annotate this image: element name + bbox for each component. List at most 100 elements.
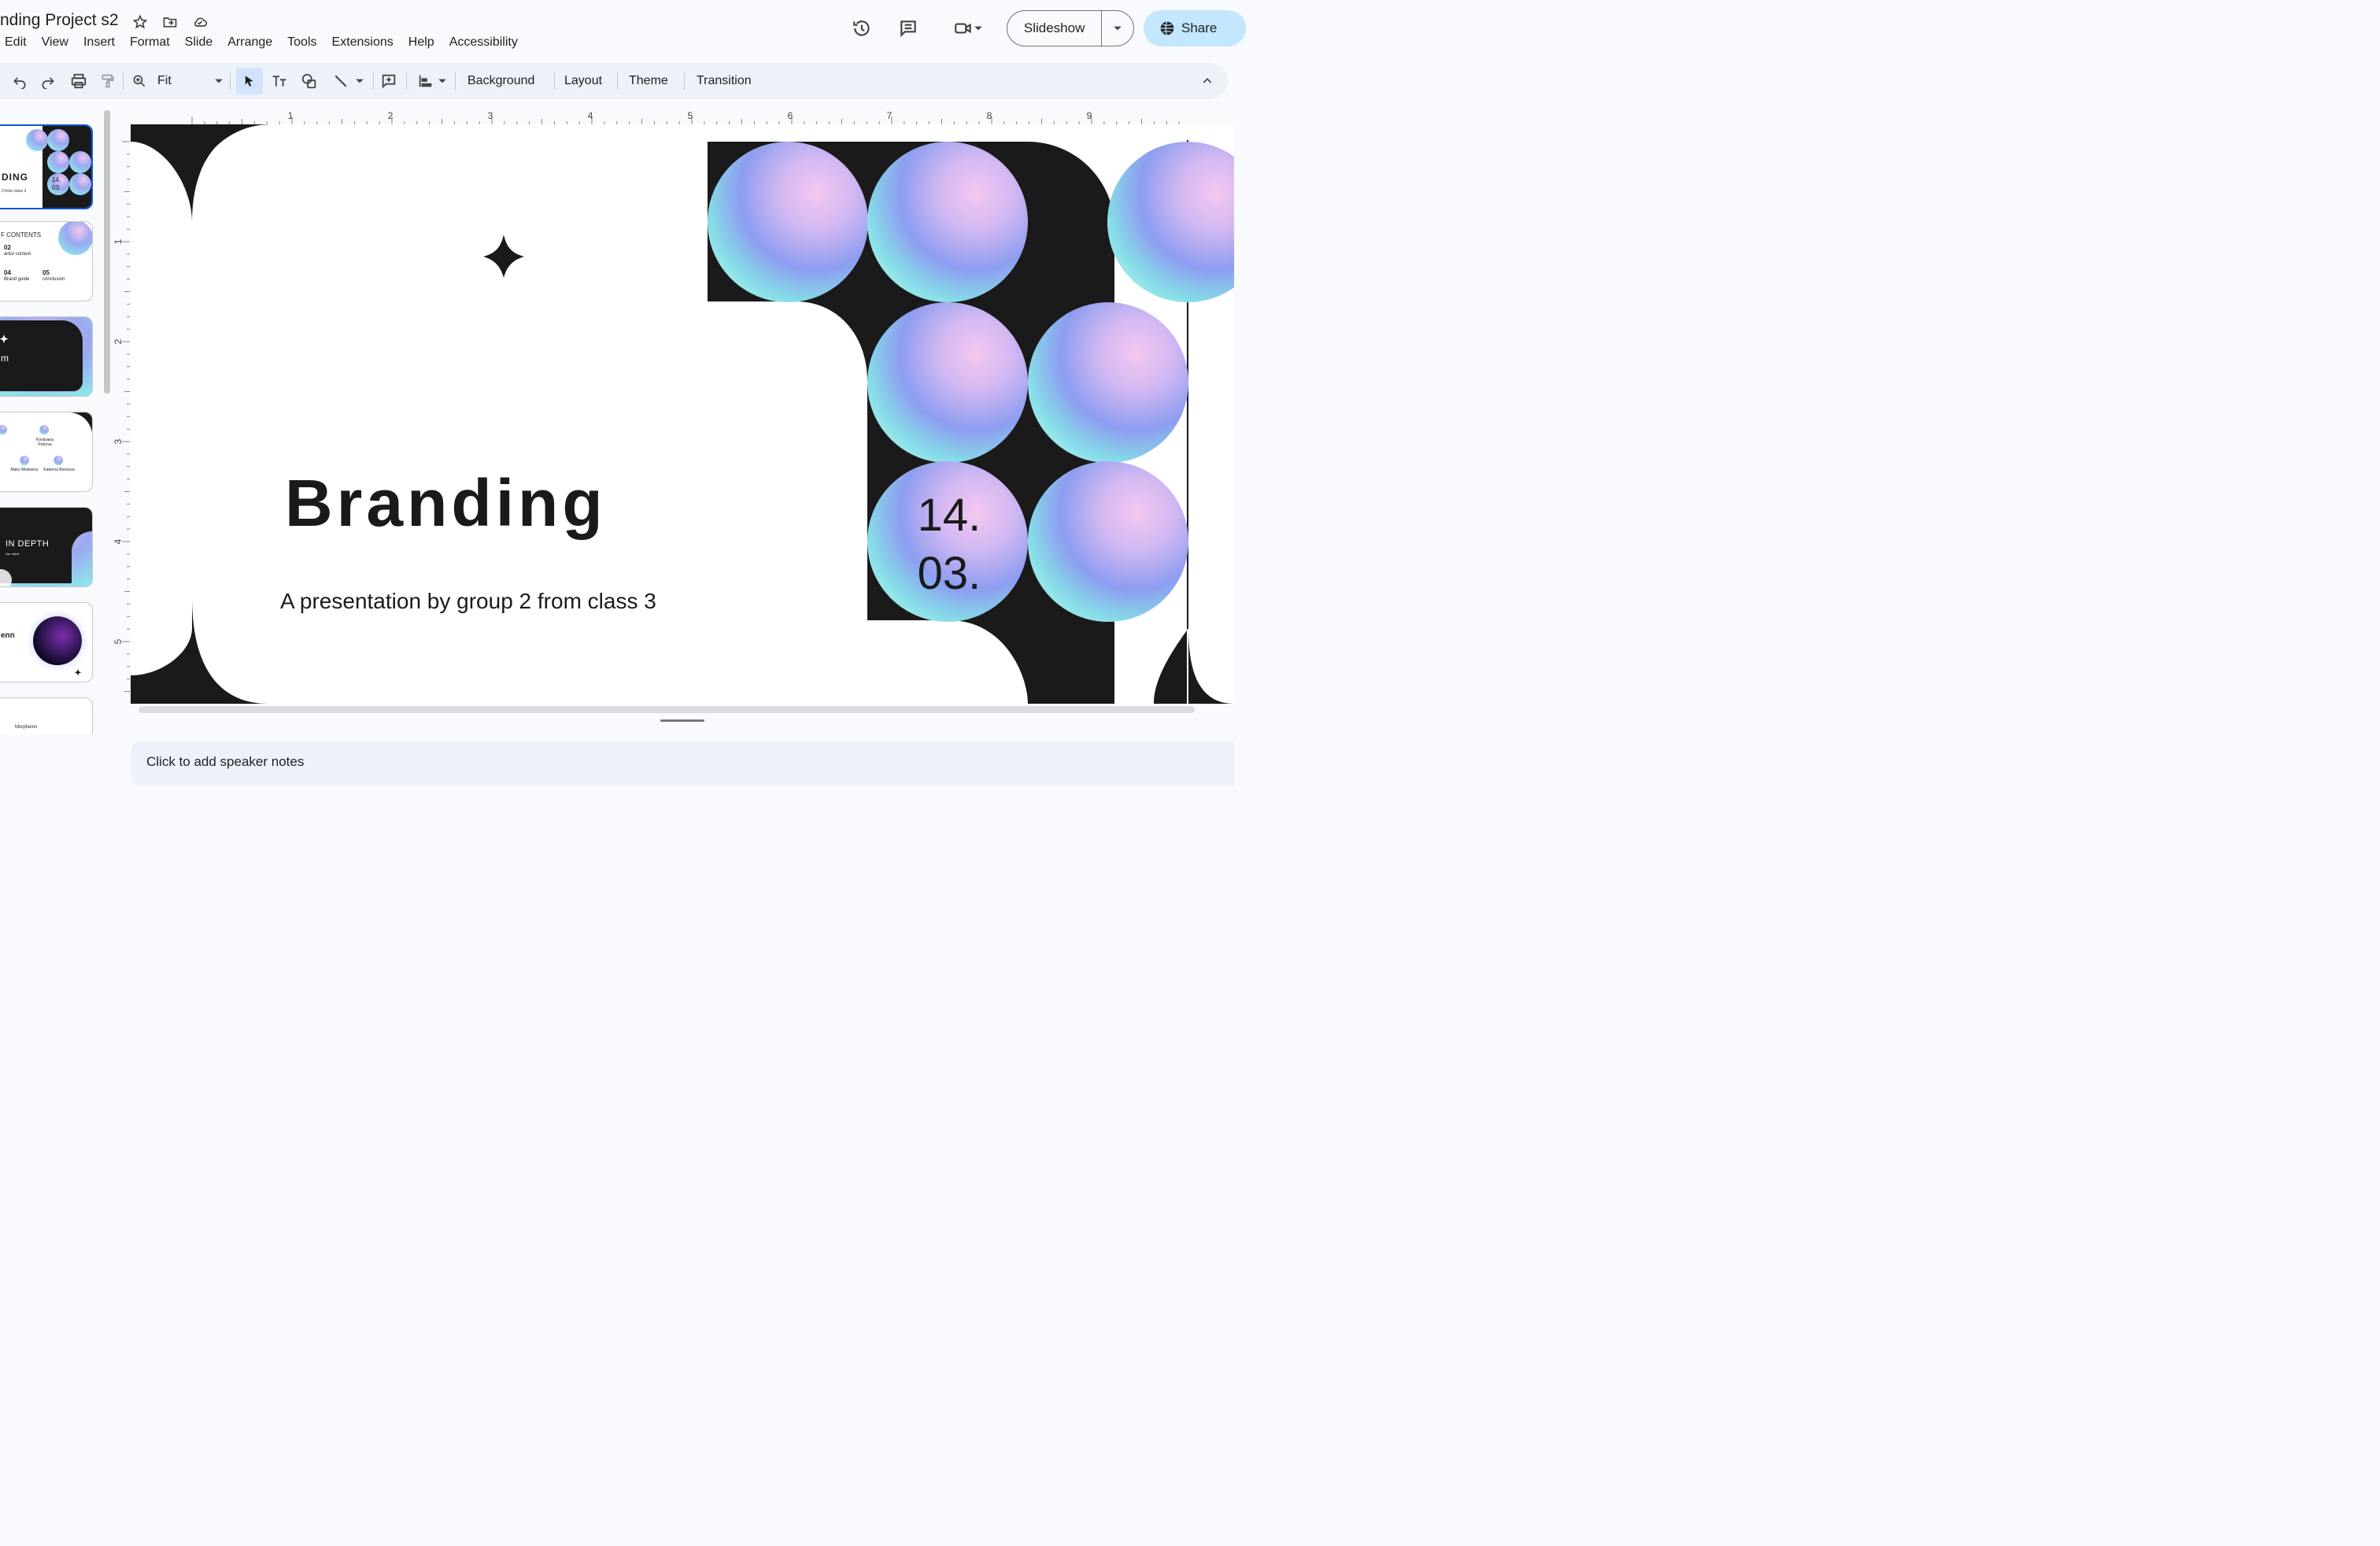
ruler-label: 2 bbox=[388, 110, 394, 121]
redo-icon[interactable] bbox=[38, 70, 58, 92]
menu-view[interactable]: View bbox=[42, 35, 68, 50]
zoom-value: Fit bbox=[157, 74, 172, 87]
top-bar: nding Project s2 Edit View Insert Format… bbox=[0, 0, 1246, 61]
thumbnail-name: Maks Mistewicz bbox=[10, 468, 39, 472]
sparkle-star-icon bbox=[483, 235, 524, 278]
gradient-orb bbox=[1028, 302, 1188, 463]
comments-icon[interactable] bbox=[893, 13, 924, 44]
notes-resize-handle[interactable] bbox=[660, 719, 704, 722]
menu-tools[interactable]: Tools bbox=[287, 35, 316, 50]
ruler-ticks bbox=[122, 141, 130, 692]
speaker-notes-placeholder: Click to add speaker notes bbox=[146, 754, 305, 769]
shape-icon[interactable] bbox=[299, 70, 320, 92]
corner-shape-bottom-left bbox=[131, 597, 268, 704]
gradient-orb bbox=[867, 302, 1028, 463]
share-button[interactable]: Share bbox=[1144, 10, 1246, 46]
menu-slide[interactable]: Slide bbox=[185, 35, 213, 50]
ruler-label: 8 bbox=[987, 110, 992, 121]
slide-canvas[interactable]: Branding A presentation by group 2 from … bbox=[131, 124, 1234, 704]
version-history-icon[interactable] bbox=[846, 13, 878, 44]
meet-video-icon[interactable] bbox=[944, 13, 992, 44]
ruler-label: 1 bbox=[288, 110, 294, 121]
menu-help[interactable]: Help bbox=[408, 35, 434, 50]
chevron-down-icon bbox=[438, 79, 446, 83]
chevron-down-icon bbox=[974, 26, 982, 31]
ruler-label: 9 bbox=[1087, 110, 1092, 121]
chevron-down-icon bbox=[215, 79, 223, 83]
menu-bar: Edit View Insert Format Slide Arrange To… bbox=[5, 35, 533, 50]
theme-button[interactable]: Theme bbox=[629, 70, 668, 92]
line-icon bbox=[334, 75, 347, 87]
corner-shape-top-right bbox=[1103, 124, 1234, 142]
slide-thumbnail-6[interactable]: enn bbox=[0, 602, 93, 682]
thumbnail-number: 04 bbox=[4, 269, 11, 276]
filmstrip-scrollbar[interactable] bbox=[104, 110, 110, 394]
align-icon bbox=[419, 75, 432, 87]
slide-filmstrip[interactable]: DING 2 from class 3 14. 03. F CONTENTS 0… bbox=[0, 110, 110, 734]
text-box-icon[interactable] bbox=[269, 70, 290, 92]
add-comment-icon[interactable] bbox=[378, 70, 400, 92]
thumbnail-name: Katerina Borisova bbox=[43, 468, 75, 472]
slideshow-label[interactable]: Slideshow bbox=[1007, 10, 1103, 46]
thumbnail-text: artist context bbox=[4, 252, 31, 257]
transition-button[interactable]: Transition bbox=[697, 70, 752, 92]
print-icon[interactable] bbox=[68, 70, 90, 92]
menu-extensions[interactable]: Extensions bbox=[332, 35, 394, 50]
menu-insert[interactable]: Insert bbox=[83, 35, 115, 50]
line-tool[interactable] bbox=[329, 70, 368, 92]
align-tool[interactable] bbox=[414, 70, 450, 92]
slide-thumbnail-3[interactable]: m bbox=[0, 316, 93, 397]
cloud-status-icon[interactable] bbox=[190, 13, 209, 31]
ruler-label: 4 bbox=[588, 110, 593, 121]
thumbnail-text: conclusion bbox=[42, 277, 65, 282]
slide-thumbnail-1[interactable]: DING 2 from class 3 14. 03. bbox=[0, 124, 93, 209]
slide-thumbnail-2[interactable]: F CONTENTS 02 artist context 04 Brand gu… bbox=[0, 221, 93, 301]
menu-format[interactable]: Format bbox=[130, 35, 170, 50]
ruler-label: 6 bbox=[788, 110, 793, 121]
title-icons bbox=[131, 13, 209, 31]
ruler-label: 4 bbox=[114, 538, 124, 544]
ruler-label: 3 bbox=[488, 110, 493, 121]
slide-subtitle: A presentation by group 2 from class 3 bbox=[280, 589, 656, 613]
menu-arrange[interactable]: Arrange bbox=[227, 35, 272, 50]
thumbnail-name: Kristiyana Petrova bbox=[36, 438, 54, 447]
menu-edit[interactable]: Edit bbox=[5, 35, 27, 50]
menu-accessibility[interactable]: Accessibility bbox=[449, 35, 518, 50]
share-label: Share bbox=[1181, 20, 1218, 35]
slide-artwork: Branding A presentation by group 2 from … bbox=[131, 124, 1234, 704]
thumbnail-title: DING bbox=[2, 172, 28, 183]
slide-thumbnail-7[interactable]: Morpheinn bbox=[0, 697, 93, 734]
move-folder-icon[interactable] bbox=[161, 13, 179, 31]
slideshow-options-button[interactable] bbox=[1102, 24, 1133, 33]
thumbnail-title: Morpheinn bbox=[15, 725, 38, 730]
thumbnail-title: F CONTENTS bbox=[1, 231, 42, 239]
zoom-icon[interactable] bbox=[129, 70, 150, 92]
slideshow-button[interactable]: Slideshow bbox=[1007, 10, 1134, 46]
select-tool-icon[interactable] bbox=[236, 68, 263, 94]
thumbnail-text: Brand guide bbox=[4, 277, 30, 282]
speaker-notes[interactable]: Click to add speaker notes bbox=[131, 742, 1234, 786]
layout-button[interactable]: Layout bbox=[564, 70, 602, 92]
ruler-label: 7 bbox=[887, 110, 893, 121]
background-button[interactable]: Background bbox=[468, 70, 534, 92]
gradient-orb bbox=[708, 142, 868, 302]
ruler-label: 2 bbox=[114, 338, 124, 344]
thumbnail-caption: Our client bbox=[6, 552, 20, 556]
paint-format-icon[interactable] bbox=[98, 70, 118, 92]
ruler-ticks bbox=[191, 117, 1180, 124]
star-icon[interactable] bbox=[131, 13, 150, 31]
thumbnail-number: 05 bbox=[42, 269, 50, 276]
slide-thumbnail-5[interactable]: IN DEPTH Our client bbox=[0, 507, 93, 587]
slide-thumbnail-4[interactable]: Kristiyana Petrova Maks Mistewicz Kateri… bbox=[0, 412, 93, 492]
canvas-horizontal-scrollbar[interactable] bbox=[139, 706, 1195, 713]
chevron-down-icon bbox=[1114, 26, 1122, 31]
undo-icon[interactable] bbox=[9, 70, 30, 92]
slide-date-day: 14. bbox=[918, 490, 981, 541]
slide-date-month: 03. bbox=[918, 548, 981, 599]
thumbnail-date: 14. 03. bbox=[52, 176, 61, 191]
ruler-label: 5 bbox=[688, 110, 693, 121]
zoom-select[interactable]: Fit bbox=[157, 70, 224, 92]
collapse-menus-icon[interactable] bbox=[1198, 70, 1217, 92]
thumbnail-title: m bbox=[1, 353, 9, 364]
document-title[interactable]: nding Project s2 bbox=[0, 11, 119, 30]
